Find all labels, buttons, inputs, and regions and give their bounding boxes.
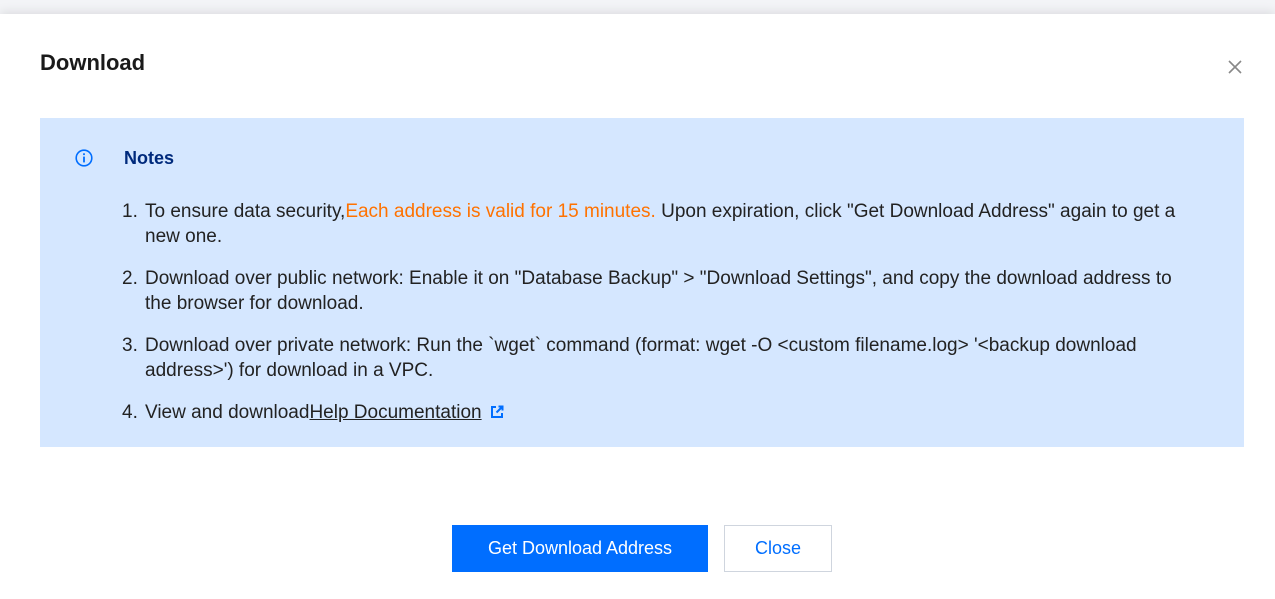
note-item-3: 3. Download over private network: Run th… <box>122 333 1244 383</box>
dialog-title: Download <box>40 50 146 75</box>
close-dialog-button[interactable] <box>1223 55 1247 79</box>
notes-title: Notes <box>124 148 175 168</box>
help-documentation-link[interactable]: Help Documentation <box>309 402 504 423</box>
note-item-number: 4. <box>122 402 138 423</box>
note-item-number: 1. <box>122 201 138 222</box>
note-item-2: 2. Download over public network: Enable … <box>122 266 1244 316</box>
validity-warning-text: Each address is valid for 15 minutes. <box>345 201 656 222</box>
note-line: Download over private network: Run the `… <box>145 335 1137 356</box>
notes-list: 1. To ensure data security,Each address … <box>122 199 1244 425</box>
help-documentation-link-text: Help Documentation <box>309 402 482 423</box>
note-item-4: 4. View and downloadHelp Documentation <box>122 400 1244 425</box>
note-line: View and downloadHelp Documentation <box>145 400 504 425</box>
note-item-text: View and downloadHelp Documentation <box>145 400 504 425</box>
dialog-footer: Get Download Address Close <box>452 525 832 572</box>
note-line: To ensure data security,Each address is … <box>145 199 1175 224</box>
info-icon <box>75 149 93 167</box>
note-text-segment: To ensure data security, <box>145 201 346 222</box>
notes-header: Notes <box>75 146 1244 170</box>
download-dialog: Download Notes 1. To ensure data securit… <box>0 14 1275 599</box>
note-line: the browser for download. <box>145 293 364 314</box>
close-icon <box>1228 60 1242 74</box>
notes-alert: Notes 1. To ensure data security,Each ad… <box>40 118 1244 447</box>
note-item-1: 1. To ensure data security,Each address … <box>122 199 1244 249</box>
note-line: address>') for download in a VPC. <box>145 360 434 381</box>
note-text-segment: View and download <box>145 402 310 423</box>
note-item-number: 3. <box>122 335 138 356</box>
note-item-text: Download over public network: Enable it … <box>145 266 1172 316</box>
close-button[interactable]: Close <box>724 525 832 572</box>
note-line: Download over public network: Enable it … <box>145 268 1172 289</box>
note-item-number: 2. <box>122 268 138 289</box>
external-link-icon <box>490 405 504 419</box>
get-download-address-button[interactable]: Get Download Address <box>452 525 708 572</box>
note-item-text: To ensure data security,Each address is … <box>145 199 1175 249</box>
note-item-text: Download over private network: Run the `… <box>145 333 1137 383</box>
note-text-segment: Upon expiration, click "Get Download Add… <box>655 201 1176 222</box>
note-line: new one. <box>145 226 223 247</box>
